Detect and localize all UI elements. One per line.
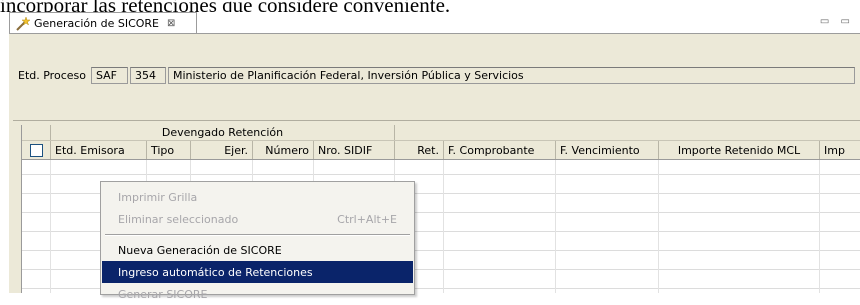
col-gridline [819, 160, 820, 293]
col-gridline [658, 160, 659, 293]
col-header-tipo[interactable]: Tipo [147, 141, 191, 159]
select-all-checkbox[interactable] [29, 143, 43, 157]
menu-separator [105, 234, 410, 236]
col-gridline [555, 160, 556, 293]
grid-group-header: Devengado Retención [51, 125, 395, 140]
menu-item-accelerator: Ctrl+Alt+E [337, 212, 397, 226]
menu-item-label: Ingreso automático de Retenciones [118, 265, 313, 279]
grid-header-row: Etd. Emisora Tipo Ejer. Número Nro. SIDI… [22, 141, 860, 160]
process-row: Etd. Proceso SAF 354 Ministerio de Plani… [18, 66, 855, 85]
menu-item-label: Nueva Generación de SICORE [118, 243, 282, 257]
process-description-field[interactable]: Ministerio de Planificación Federal, Inv… [167, 67, 855, 84]
col-header-nro-sidif[interactable]: Nro. SIDIF [314, 141, 395, 159]
select-all-cell[interactable] [22, 141, 51, 159]
col-gridline [443, 160, 444, 293]
grid-group-blank-cell [395, 125, 860, 140]
close-icon[interactable]: ⊠ [167, 18, 175, 29]
editor-tab-bar: Generación de SICORE ⊠ ▭ ▭ [9, 12, 860, 34]
row-gridline [22, 174, 860, 175]
grid-group-blank-cell [22, 125, 51, 140]
menu-item-generar-sicore[interactable]: Generar SICORE [102, 283, 413, 305]
menu-item-eliminar-seleccionado[interactable]: Eliminar seleccionado Ctrl+Alt+E [102, 208, 413, 230]
tab-title: Generación de SICORE [34, 17, 160, 30]
col-gridline [50, 160, 51, 293]
col-header-ret[interactable]: Ret. [395, 141, 444, 159]
menu-item-imprimir-grilla[interactable]: Imprimir Grilla [102, 186, 413, 208]
menu-item-label: Eliminar seleccionado [118, 212, 239, 226]
col-header-etd-emisora[interactable]: Etd. Emisora [51, 141, 147, 159]
grid-group-header-row: Devengado Retención [22, 125, 860, 141]
context-menu: Imprimir Grilla Eliminar seleccionado Ct… [100, 181, 415, 301]
menu-item-nueva-generacion[interactable]: Nueva Generación de SICORE [102, 239, 413, 261]
col-header-f-vencimiento[interactable]: F. Vencimiento [556, 141, 659, 159]
process-number-field[interactable]: 354 [129, 67, 166, 84]
minimize-maximize-icon[interactable]: ▭ ▭ [820, 16, 854, 27]
col-header-ejer[interactable]: Ejer. [191, 141, 253, 159]
menu-item-ingreso-automatico[interactable]: Ingreso automático de Retenciones [102, 261, 413, 283]
col-header-imp[interactable]: Imp [820, 141, 860, 159]
process-code-field[interactable]: SAF [90, 67, 128, 84]
section-divider [13, 120, 860, 121]
menu-item-label: Generar SICORE [118, 287, 208, 301]
wand-icon [16, 15, 30, 31]
menu-item-label: Imprimir Grilla [118, 190, 198, 204]
process-label: Etd. Proceso [18, 69, 86, 82]
col-header-f-comprobante[interactable]: F. Comprobante [444, 141, 556, 159]
tab-generacion-sicore[interactable]: Generación de SICORE ⊠ [9, 12, 197, 34]
col-header-numero[interactable]: Número [253, 141, 314, 159]
col-header-importe-retenido[interactable]: Importe Retenido MCL [659, 141, 820, 159]
